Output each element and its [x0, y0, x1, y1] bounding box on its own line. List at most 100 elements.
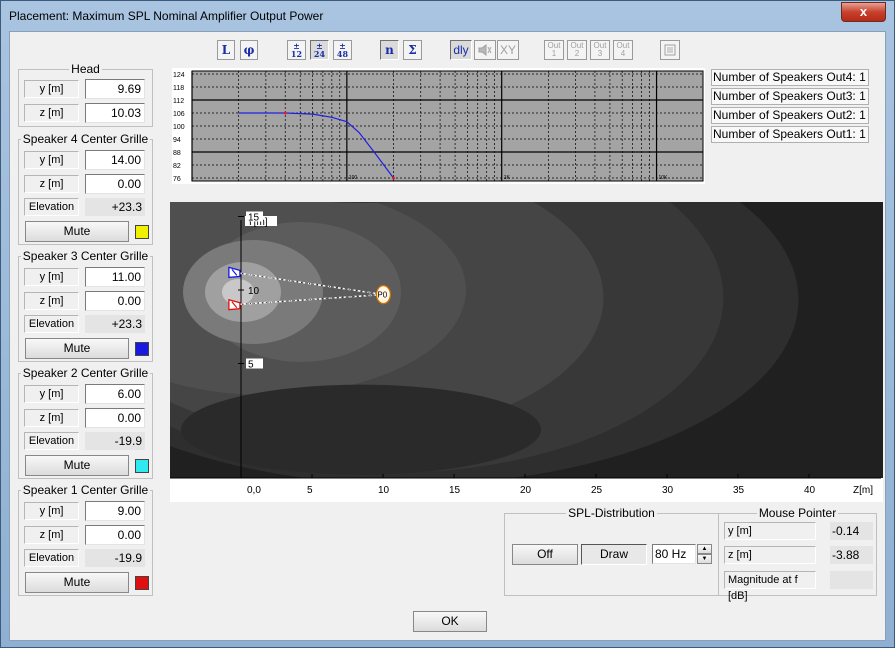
speaker-2-y-label: y [m]: [24, 385, 79, 403]
speaker-3-z-input[interactable]: 0.00: [85, 291, 145, 311]
level-view-button[interactable]: L: [217, 40, 235, 60]
dialog-window: Placement: Maximum SPL Nominal Amplifier…: [0, 0, 895, 648]
speaker-4-elevation-label: Elevation: [24, 198, 79, 216]
speaker-1-z-label: z [m]: [24, 526, 79, 544]
speaker-4-color-swatch[interactable]: [135, 225, 149, 239]
out-3-button[interactable]: Out 3: [590, 40, 610, 60]
speaker-2-title: Speaker 2 Center Grille: [20, 366, 151, 380]
response-x-tick-label: 1K: [504, 175, 511, 181]
response-y-tick-label: 76: [173, 176, 181, 183]
speaker-1-elevation-label: Elevation: [24, 549, 79, 567]
speaker-2-mute-button[interactable]: Mute: [25, 455, 129, 476]
speakers-out4-count: Number of Speakers Out4: 1: [711, 69, 869, 86]
head-z-input[interactable]: 10.03: [85, 103, 145, 123]
speaker-4-z-input[interactable]: 0.00: [85, 174, 145, 194]
x-tick-label: 25: [591, 485, 603, 496]
close-button[interactable]: x: [841, 2, 886, 22]
y-tick-label: 15: [248, 213, 260, 224]
speakers-out3-count: Number of Speakers Out3: 1: [711, 88, 869, 105]
speaker-4-y-input[interactable]: 14.00: [85, 150, 145, 170]
smoothing-1-24-label: 24: [313, 49, 326, 59]
smoothing-1-12-button[interactable]: ±12: [287, 40, 306, 60]
speaker-4-group: Speaker 4 Center Grille y [m] 14.00 z [m…: [18, 132, 153, 245]
speaker-1-elevation-value: -19.9: [85, 549, 145, 567]
speaker-3-title: Speaker 3 Center Grille: [20, 249, 151, 263]
phase-view-button[interactable]: φ: [240, 40, 258, 60]
speaker-4-mute-button[interactable]: Mute: [25, 221, 129, 242]
response-y-tick-label: 88: [173, 150, 181, 157]
y-tick-label: 5: [248, 360, 254, 371]
magnitude-value: [830, 571, 873, 589]
frequency-up-button[interactable]: ▲: [697, 544, 712, 554]
out-1-button[interactable]: Out 1: [544, 40, 564, 60]
mouse-z-value: -3.88: [830, 546, 873, 564]
speaker-1-title: Speaker 1 Center Grille: [20, 483, 151, 497]
x-tick-label: 5: [307, 485, 313, 496]
speaker-3-color-swatch[interactable]: [135, 342, 149, 356]
single-output-button[interactable]: n: [380, 40, 399, 60]
speaker-2-y-input[interactable]: 6.00: [85, 384, 145, 404]
speaker-2-elevation-value: -19.9: [85, 432, 145, 450]
speaker-4-y-label: y [m]: [24, 151, 79, 169]
mouse-y-value: -0.14: [830, 522, 873, 540]
smoothing-1-48-button[interactable]: ±48: [333, 40, 352, 60]
speaker-1-y-input[interactable]: 9.00: [85, 501, 145, 521]
speakers-out2-count: Number of Speakers Out2: 1: [711, 107, 869, 124]
ok-button[interactable]: OK: [413, 611, 487, 632]
out-3-number: 3: [597, 49, 603, 58]
frequency-input[interactable]: 80 Hz: [652, 544, 696, 564]
x-tick-label: 20: [520, 485, 532, 496]
x-tick-label: 40: [804, 485, 816, 496]
spl-distribution-group: SPL-Distribution Off Draw 80 Hz ▲ ▼: [504, 506, 719, 596]
x-tick-label: 30: [662, 485, 674, 496]
spl-draw-button[interactable]: Draw: [581, 544, 647, 565]
title-bar[interactable]: Placement: Maximum SPL Nominal Amplifier…: [1, 1, 894, 31]
x-tick-label: 35: [733, 485, 745, 496]
spl-off-button[interactable]: Off: [512, 544, 578, 565]
out-4-number: 4: [620, 49, 626, 58]
head-y-input[interactable]: 9.69: [85, 79, 145, 99]
mouse-y-label: y [m]: [724, 522, 816, 540]
response-y-tick-label: 94: [173, 137, 181, 144]
x-tick-label: 0,0: [247, 485, 261, 496]
speaker-3-elevation-label: Elevation: [24, 315, 79, 333]
x-axis-label: Z[m]: [853, 485, 873, 496]
speaker-2-z-input[interactable]: 0.00: [85, 408, 145, 428]
frequency-response-chart[interactable]: 124 118 112 106 100 94 88 82 76 100 1K 10K: [172, 68, 705, 184]
speaker-1-y-label: y [m]: [24, 502, 79, 520]
speaker-1-mute-button[interactable]: Mute: [25, 572, 129, 593]
delay-button[interactable]: dly: [450, 40, 472, 60]
xy-button[interactable]: XY: [497, 40, 519, 60]
speaker-2-z-label: z [m]: [24, 409, 79, 427]
smoothing-1-48-label: 48: [336, 49, 349, 59]
mouse-z-label: z [m]: [724, 546, 816, 564]
response-y-tick-label: 124: [173, 72, 185, 79]
sum-output-button[interactable]: Σ: [403, 40, 422, 60]
speaker-mute-icon[interactable]: [474, 40, 496, 60]
export-icon[interactable]: [660, 40, 680, 60]
response-y-tick-label: 106: [173, 111, 185, 118]
speaker-1-z-input[interactable]: 0.00: [85, 525, 145, 545]
out-2-button[interactable]: Out 2: [567, 40, 587, 60]
speaker-3-group: Speaker 3 Center Grille y [m] 11.00 z [m…: [18, 249, 153, 362]
speaker-3-y-input[interactable]: 11.00: [85, 267, 145, 287]
response-y-tick-label: 82: [173, 163, 181, 170]
spl-placement-map[interactable]: Y[m]151050,0 5 10 15 20 25 30 35 40 Z[m]P0: [170, 202, 883, 502]
response-x-tick-label: 100: [349, 175, 358, 181]
magnitude-label: Magnitude at f [dB]: [724, 571, 816, 602]
speaker-4-z-label: z [m]: [24, 175, 79, 193]
frequency-down-button[interactable]: ▼: [697, 554, 712, 564]
response-marker: [391, 176, 395, 180]
x-tick-label: 15: [449, 485, 461, 496]
smoothing-1-12-label: 12: [290, 49, 303, 59]
smoothing-1-24-button[interactable]: ±24: [310, 40, 329, 60]
out-1-number: 1: [551, 49, 557, 58]
speaker-2-color-swatch[interactable]: [135, 459, 149, 473]
spl-distribution-title: SPL-Distribution: [566, 506, 657, 520]
speaker-1-color-swatch[interactable]: [135, 576, 149, 590]
spl-contour-layer: [170, 202, 883, 478]
speaker-3-mute-button[interactable]: Mute: [25, 338, 129, 359]
speaker-4-elevation-value: +23.3: [85, 198, 145, 216]
x-tick-label: 10: [378, 485, 390, 496]
out-4-button[interactable]: Out 4: [613, 40, 633, 60]
